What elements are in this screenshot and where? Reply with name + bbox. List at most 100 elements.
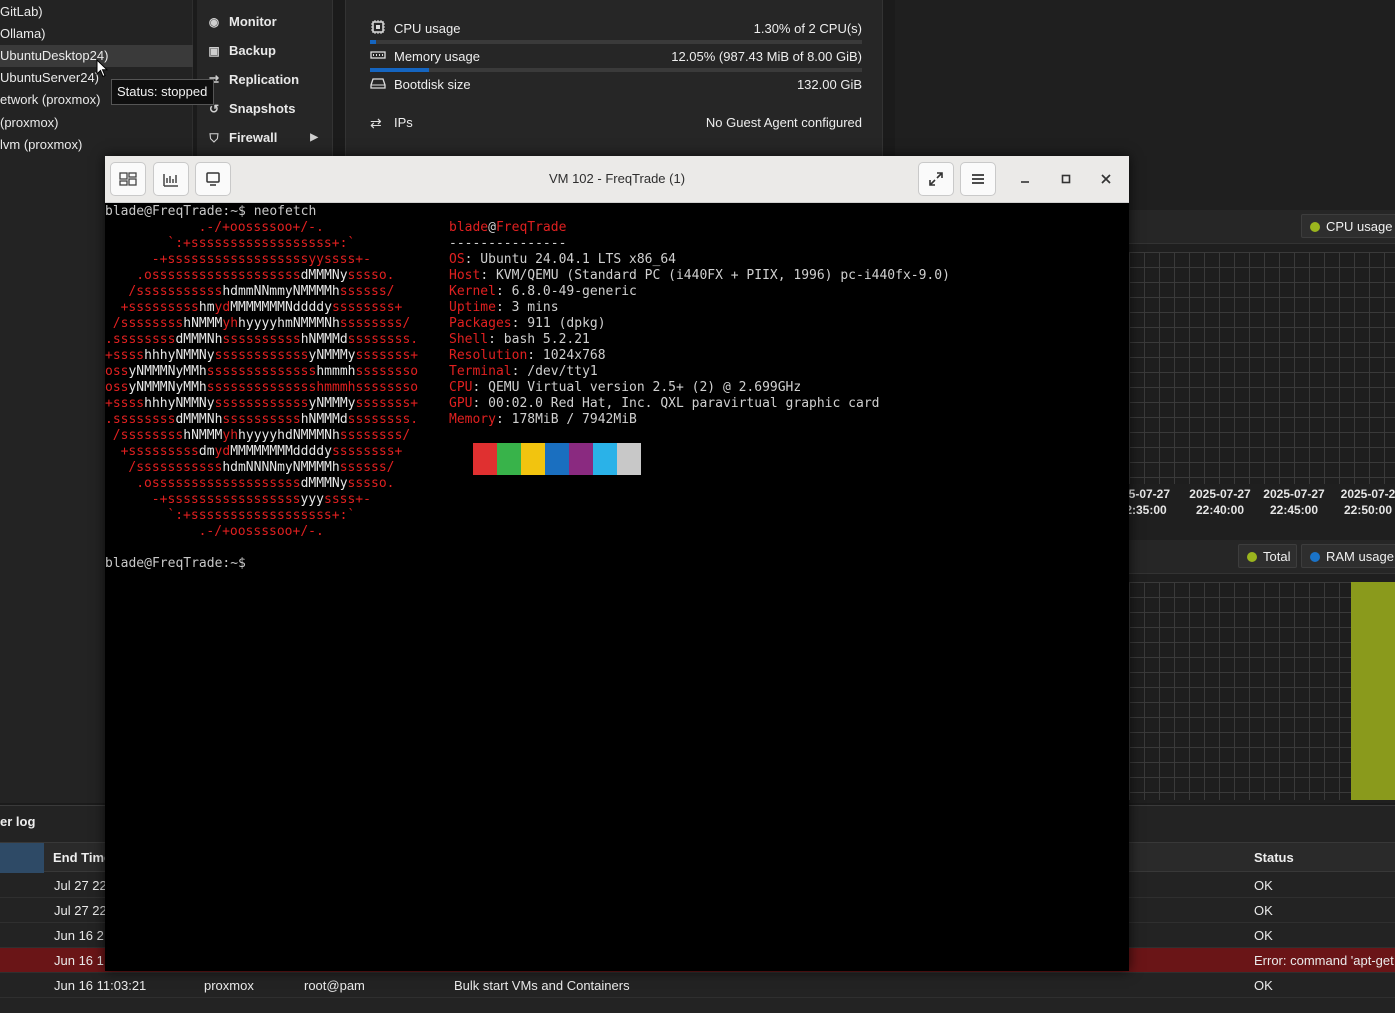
- toggle-sidebar-button[interactable]: [110, 162, 146, 196]
- ascii-segment: hm: [198, 300, 215, 315]
- ascii-segment: ssssssss/: [339, 428, 411, 443]
- close-button[interactable]: [1095, 168, 1117, 190]
- task-log-title: er log: [0, 814, 36, 829]
- minimize-button[interactable]: [1014, 168, 1036, 190]
- x-tick-date: 2025-07-2: [1340, 487, 1395, 501]
- neofetch-at: @: [488, 220, 496, 235]
- neofetch-info-line: Uptime: 3 mins: [449, 300, 559, 316]
- legend-dot-icon: [1310, 552, 1320, 562]
- x-tick-time: 2:35:00: [1129, 503, 1167, 517]
- ascii-logo-line: /sssssssshNMMMyhhyyyyhmNMMMNhssssssss/: [113, 316, 410, 332]
- ascii-logo-line: .ssssssssdMMMNhsssssssssshNMMMdssssssss.: [105, 332, 418, 348]
- ascii-segment: +sssssssss: [120, 300, 199, 315]
- tree-item[interactable]: (proxmox): [0, 112, 59, 134]
- vm-menu-label: Replication: [229, 72, 300, 87]
- console-titlebar[interactable]: VM 102 - FreqTrade (1): [105, 156, 1129, 203]
- neofetch-info-line: CPU: QEMU Virtual version 2.5+ (2) @ 2.6…: [449, 380, 801, 396]
- ascii-segment: .-/+oossssoo+/-.: [198, 220, 324, 235]
- x-tick-time: 22:45:00: [1269, 503, 1319, 517]
- cpu-chart-header: CPU usage: [1129, 210, 1395, 244]
- ascii-segment: yNMMMy: [308, 348, 356, 363]
- send-keys-button[interactable]: [153, 162, 189, 196]
- ascii-logo-line: `:+ssssssssssssssssss+:`: [167, 236, 355, 252]
- vm-menu-item-backup[interactable]: ▣ Backup: [197, 38, 333, 64]
- menu-button[interactable]: [960, 162, 996, 196]
- fullscreen-button[interactable]: [918, 162, 954, 196]
- memory-usage-bar: [370, 68, 862, 72]
- x-tick-label: 25-07-27 2:35:00: [1129, 486, 1181, 518]
- vm-menu-item-snapshots[interactable]: ↺ Snapshots: [197, 96, 333, 122]
- color-swatch: [473, 443, 497, 475]
- cell-status: OK: [1254, 903, 1273, 918]
- ips-value: No Guest Agent configured: [705, 115, 862, 130]
- neofetch-user-host: blade@FreqTrade: [449, 220, 566, 236]
- legend-total[interactable]: Total: [1238, 544, 1298, 568]
- ascii-logo-line: /ssssssssssshdmmNNmmyNMMMMhssssss/: [128, 284, 394, 300]
- ascii-segment: yNMMMNyMMh: [128, 364, 207, 379]
- neofetch-info-line: Memory: 178MiB / 7942MiB: [449, 412, 637, 428]
- status-column-header[interactable]: Status: [1254, 843, 1294, 873]
- tree-item[interactable]: etwork (proxmox): [0, 89, 100, 111]
- cpu-usage-label: CPU usage: [394, 21, 461, 36]
- vm-summary-panel: CPU usage 1.30% of 2 CPU(s) Memory usage…: [345, 0, 883, 158]
- memory-usage-row: Memory usage 12.05% (987.43 MiB of 8.00 …: [370, 47, 862, 67]
- ascii-segment: hyyyyhdNMMMNh: [238, 428, 340, 443]
- ram-chart-plot: [1129, 582, 1395, 800]
- ascii-segment: hNMMM: [183, 316, 223, 331]
- ascii-segment: yd: [214, 300, 231, 315]
- ascii-segment: hyyyyhmNMMMNh: [238, 316, 340, 331]
- table-row[interactable]: Jun 16 11:03:21 proxmox root@pam Bulk start…: [0, 973, 1395, 998]
- legend-ram-usage[interactable]: RAM usage: [1301, 544, 1395, 568]
- vm-menu-item-replication[interactable]: ⇄ Replication: [197, 67, 333, 93]
- tree-item[interactable]: UbuntuServer24): [0, 67, 99, 89]
- vm-menu-item-firewall[interactable]: ⛉ Firewall ▶: [197, 125, 333, 151]
- x-tick-time: 22:40:00: [1195, 503, 1245, 517]
- close-icon: [1101, 174, 1111, 184]
- terminal-screen[interactable]: blade@FreqTrade:~$ neofetch .-/+oossssoo…: [105, 203, 1129, 971]
- ascii-segment: ssssss/: [339, 460, 395, 475]
- legend-cpu-usage[interactable]: CPU usage: [1301, 214, 1395, 238]
- vm-menu-label: Firewall: [229, 130, 278, 145]
- legend-label: RAM usage: [1326, 549, 1394, 564]
- memory-usage-value: 12.05% (987.43 MiB of 8.00 GiB): [671, 49, 862, 64]
- cpu-chip-icon: [370, 19, 388, 41]
- info-key: Uptime: [449, 300, 496, 315]
- x-tick-date: 2025-07-27: [1263, 487, 1325, 501]
- x-tick-time: 22:50:00: [1343, 503, 1393, 517]
- info-key: Host: [449, 268, 481, 283]
- bootdisk-row: Bootdisk size 132.00 GiB: [370, 75, 862, 95]
- ascii-segment: ssssssso: [355, 364, 419, 379]
- ascii-segment: sssssss+: [355, 396, 419, 411]
- ascii-segment: +ssss: [105, 396, 145, 411]
- ascii-segment: yyy: [300, 492, 324, 507]
- tree-item[interactable]: lvm (proxmox): [0, 134, 82, 156]
- start-time-column-header[interactable]: [0, 843, 44, 873]
- info-key: Resolution: [449, 348, 528, 363]
- info-value: : 1024x768: [527, 348, 606, 363]
- ascii-segment: hdmNNNNmyNMMMMh: [222, 460, 340, 475]
- shield-icon: ⛉: [209, 131, 219, 145]
- info-key: Packages: [449, 316, 512, 331]
- ascii-segment: -+sssssssssssssssss: [151, 492, 301, 507]
- submenu-arrow-icon: ▶: [310, 132, 318, 143]
- vm-menu-label: Monitor: [229, 14, 277, 29]
- legend-label: Total: [1263, 549, 1291, 564]
- tree-item[interactable]: GitLab): [0, 1, 43, 23]
- display-button[interactable]: [195, 162, 231, 196]
- maximize-button[interactable]: [1055, 168, 1077, 190]
- tree-item[interactable]: Ollama): [0, 23, 46, 45]
- ascii-logo-line: +sssssssssdmydMMMMMMMMddddyssssssss+: [121, 444, 403, 460]
- end-time-column-header[interactable]: End Time: [53, 843, 111, 873]
- ascii-segment: +ssss: [105, 348, 145, 363]
- ascii-logo-line: ossyNMMMNyMMhsssssssssssssshmmmhssssssso: [105, 380, 418, 396]
- ascii-segment: dMMMNh: [175, 332, 223, 347]
- neofetch-info-line: Host: KVM/QEMU (Standard PC (i440FX + PI…: [449, 268, 950, 284]
- info-value: : 178MiB / 7942MiB: [495, 412, 637, 427]
- vm-menu-item-monitor[interactable]: ◉ Monitor: [197, 9, 333, 35]
- vm-menu-label: Backup: [229, 43, 276, 58]
- ascii-segment: dMMMNy: [300, 476, 348, 491]
- ascii-segment: dm: [198, 444, 215, 459]
- neofetch-info-line: Resolution: 1024x768: [449, 348, 606, 364]
- monitor-icon: [206, 172, 220, 186]
- hdd-icon: [370, 75, 388, 97]
